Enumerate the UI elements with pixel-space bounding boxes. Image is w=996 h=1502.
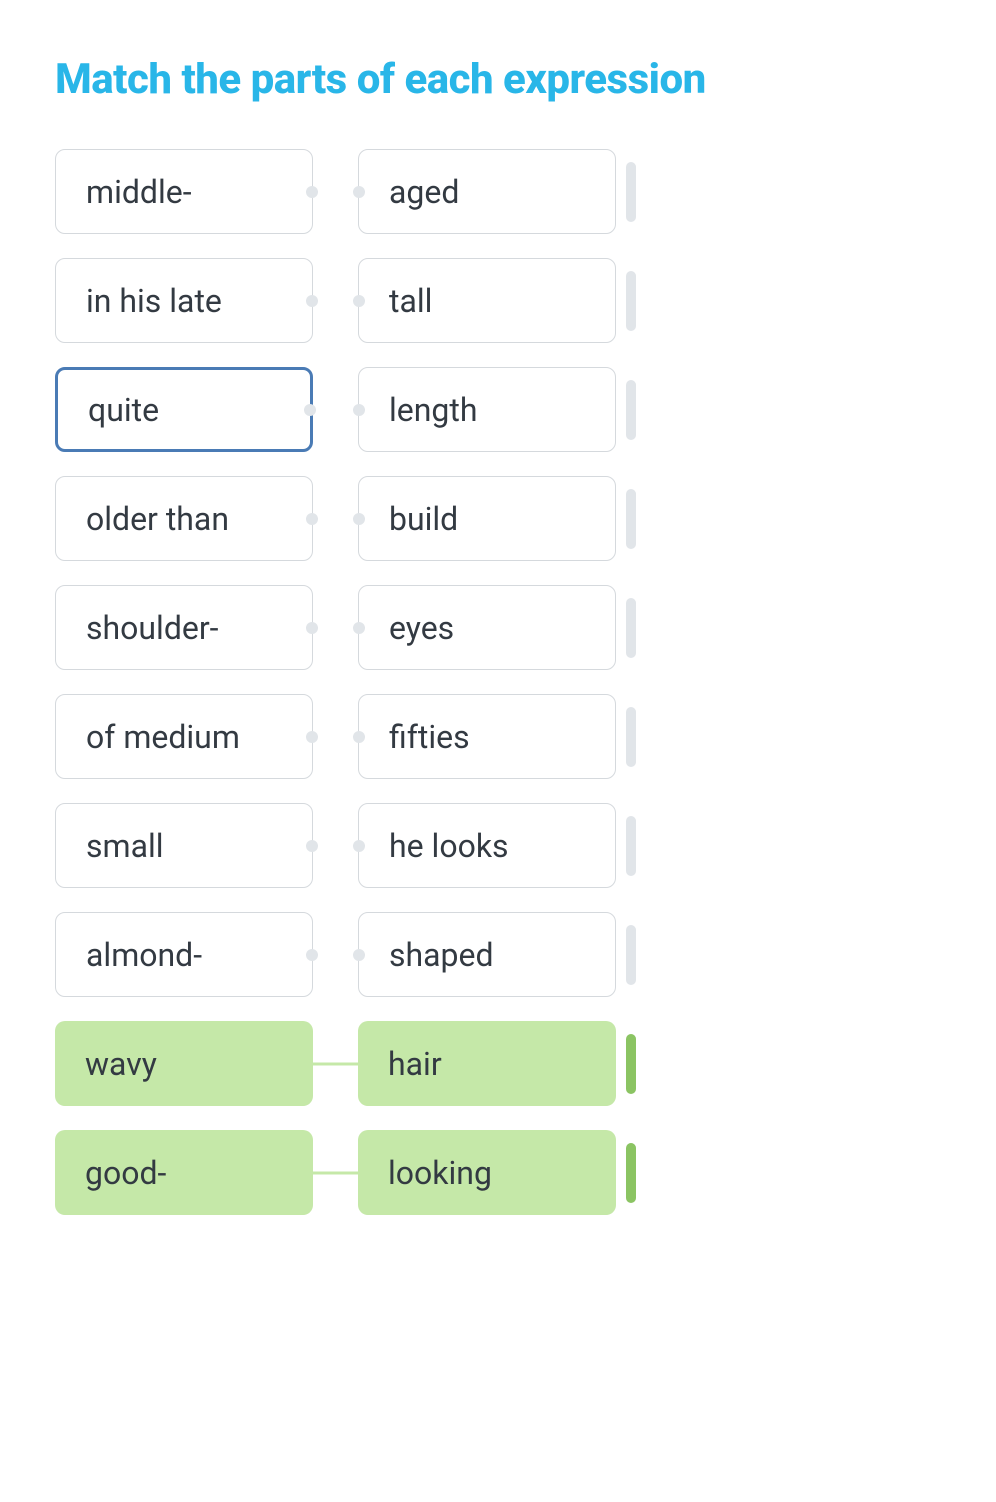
connector-dot-icon bbox=[353, 731, 365, 743]
right-card[interactable]: tall bbox=[358, 258, 616, 343]
left-card-text: almond- bbox=[86, 936, 202, 974]
match-indicator bbox=[626, 598, 636, 658]
connector-line bbox=[313, 1171, 358, 1174]
connector-dot-icon bbox=[306, 731, 318, 743]
connector-dot-icon bbox=[304, 404, 316, 416]
connector-dot-icon bbox=[306, 513, 318, 525]
right-card-text: length bbox=[389, 391, 477, 429]
connector-dot-icon bbox=[353, 949, 365, 961]
left-card[interactable]: in his late bbox=[55, 258, 313, 343]
right-card-text: tall bbox=[389, 282, 432, 320]
connector-dot-icon bbox=[353, 513, 365, 525]
match-row: in his late tall bbox=[55, 258, 941, 343]
left-card-text: wavy bbox=[85, 1045, 157, 1083]
left-card[interactable]: of medium bbox=[55, 694, 313, 779]
match-row: small he looks bbox=[55, 803, 941, 888]
right-card-text: he looks bbox=[389, 827, 509, 865]
right-card-text: eyes bbox=[389, 609, 454, 647]
left-card[interactable]: older than bbox=[55, 476, 313, 561]
match-row: shoulder-eyes bbox=[55, 585, 941, 670]
right-card[interactable]: looking bbox=[358, 1130, 616, 1215]
left-card-text: shoulder- bbox=[86, 609, 219, 647]
connector-line bbox=[313, 1062, 358, 1065]
left-card[interactable]: almond- bbox=[55, 912, 313, 997]
connector-dot-icon bbox=[306, 295, 318, 307]
connector-dot-icon bbox=[306, 949, 318, 961]
left-card[interactable]: good- bbox=[55, 1130, 313, 1215]
connector-dot-icon bbox=[353, 295, 365, 307]
right-card[interactable]: aged bbox=[358, 149, 616, 234]
left-card[interactable]: quite bbox=[55, 367, 313, 452]
right-card-text: shaped bbox=[389, 936, 494, 974]
left-card-text: older than bbox=[86, 500, 229, 538]
exercise-title: Match the parts of each expression bbox=[55, 55, 941, 104]
left-card[interactable]: shoulder- bbox=[55, 585, 313, 670]
left-card-text: quite bbox=[88, 391, 159, 429]
right-card[interactable]: he looks bbox=[358, 803, 616, 888]
match-indicator bbox=[626, 162, 636, 222]
left-card-text: in his late bbox=[86, 282, 222, 320]
right-card-text: fifties bbox=[389, 718, 470, 756]
match-row: middle-aged bbox=[55, 149, 941, 234]
left-card-text: of medium bbox=[86, 718, 240, 756]
right-card[interactable]: length bbox=[358, 367, 616, 452]
match-row: almond-shaped bbox=[55, 912, 941, 997]
match-row: quite length bbox=[55, 367, 941, 452]
right-card[interactable]: shaped bbox=[358, 912, 616, 997]
connector-dot-icon bbox=[306, 840, 318, 852]
connector-dot-icon bbox=[306, 622, 318, 634]
right-card-text: hair bbox=[388, 1045, 442, 1083]
match-row: of medium fifties bbox=[55, 694, 941, 779]
left-card-text: small bbox=[86, 827, 164, 865]
match-indicator bbox=[626, 707, 636, 767]
match-indicator bbox=[626, 925, 636, 985]
match-row: wavy hair bbox=[55, 1021, 941, 1106]
left-card[interactable]: middle- bbox=[55, 149, 313, 234]
match-indicator bbox=[626, 489, 636, 549]
left-card[interactable]: small bbox=[55, 803, 313, 888]
connector-dot-icon bbox=[353, 186, 365, 198]
right-card[interactable]: eyes bbox=[358, 585, 616, 670]
right-card[interactable]: fifties bbox=[358, 694, 616, 779]
match-indicator bbox=[626, 1034, 636, 1094]
right-card-text: build bbox=[389, 500, 458, 538]
left-card[interactable]: wavy bbox=[55, 1021, 313, 1106]
right-card-text: aged bbox=[389, 173, 459, 211]
connector-dot-icon bbox=[353, 404, 365, 416]
match-indicator bbox=[626, 271, 636, 331]
right-card[interactable]: hair bbox=[358, 1021, 616, 1106]
match-indicator bbox=[626, 1143, 636, 1203]
left-card-text: good- bbox=[85, 1154, 166, 1192]
connector-dot-icon bbox=[353, 622, 365, 634]
connector-dot-icon bbox=[353, 840, 365, 852]
match-row: older than build bbox=[55, 476, 941, 561]
right-card[interactable]: build bbox=[358, 476, 616, 561]
matching-container: middle-aged in his late tall quite length old… bbox=[55, 149, 941, 1215]
match-row: good-looking bbox=[55, 1130, 941, 1215]
left-card-text: middle- bbox=[86, 173, 192, 211]
match-indicator bbox=[626, 816, 636, 876]
match-indicator bbox=[626, 380, 636, 440]
connector-dot-icon bbox=[306, 186, 318, 198]
right-card-text: looking bbox=[388, 1154, 492, 1192]
